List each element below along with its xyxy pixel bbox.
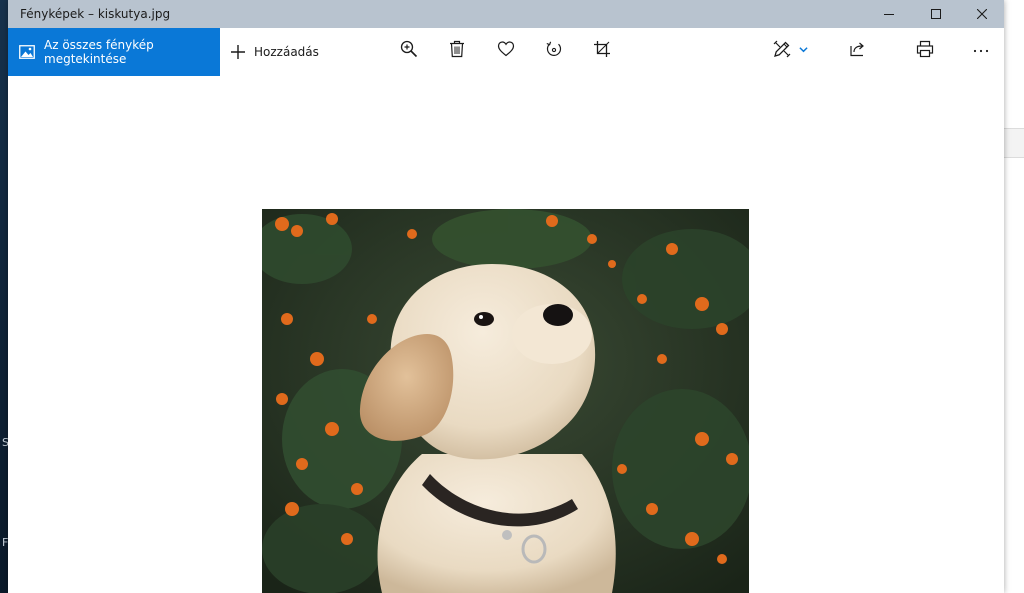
plus-icon xyxy=(230,44,246,60)
maximize-button[interactable] xyxy=(913,0,959,28)
add-button[interactable]: Hozzáadás xyxy=(230,28,319,76)
photos-app-window: Fényképek – kiskutya.jpg Az összes fényk… xyxy=(8,0,1004,593)
favorite-button[interactable] xyxy=(492,38,520,60)
crop-button[interactable] xyxy=(588,38,616,60)
heart-icon xyxy=(497,41,515,57)
print-icon xyxy=(916,40,934,58)
background-window xyxy=(1004,0,1024,593)
toolbar: Az összes fénykép megtekintése Hozzáadás xyxy=(8,28,1004,76)
crop-icon xyxy=(594,41,610,57)
title-bar[interactable]: Fényképek – kiskutya.jpg xyxy=(8,0,1004,28)
window-title: Fényképek – kiskutya.jpg xyxy=(20,7,171,21)
puppy-image xyxy=(262,209,749,593)
minimize-button[interactable] xyxy=(866,0,912,28)
delete-icon xyxy=(450,40,464,58)
view-all-photos-label: Az összes fénykép megtekintése xyxy=(44,38,154,66)
edit-pen-icon xyxy=(773,40,791,58)
close-button[interactable] xyxy=(959,0,1005,28)
maximize-icon xyxy=(931,9,941,19)
view-all-photos-button[interactable]: Az összes fénykép megtekintése xyxy=(8,28,220,76)
share-button[interactable] xyxy=(844,38,872,60)
photo-puppy[interactable] xyxy=(262,209,749,593)
zoom-in-button[interactable] xyxy=(395,38,423,60)
add-label: Hozzáadás xyxy=(254,45,319,59)
delete-button[interactable] xyxy=(443,38,471,60)
share-icon xyxy=(850,42,864,57)
close-icon xyxy=(977,9,987,19)
more-icon xyxy=(973,49,989,53)
rotate-icon xyxy=(546,41,562,56)
photo-gallery-icon xyxy=(19,44,35,60)
edit-dropdown-button[interactable] xyxy=(796,38,810,60)
print-button[interactable] xyxy=(911,38,939,60)
chevron-down-icon xyxy=(798,46,808,52)
rotate-button[interactable] xyxy=(540,38,568,60)
zoom-in-icon xyxy=(400,40,418,58)
edit-create-button[interactable] xyxy=(770,38,794,60)
minimize-icon xyxy=(884,14,894,15)
more-options-button[interactable] xyxy=(967,38,995,60)
